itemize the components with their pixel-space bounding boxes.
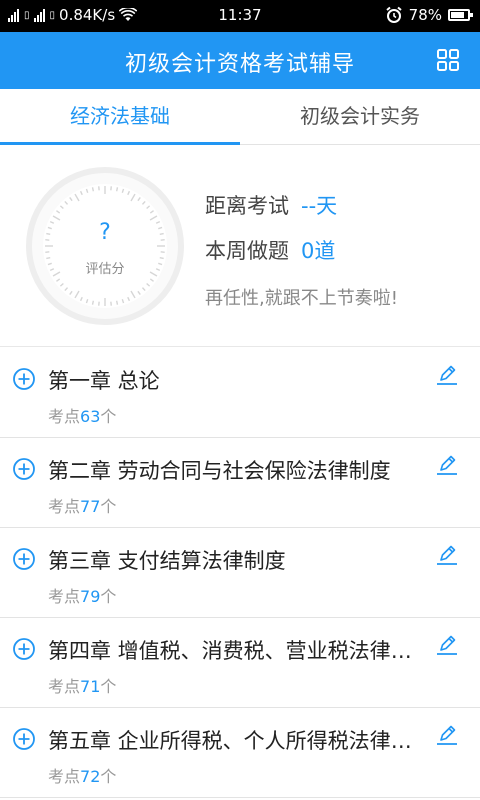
points-count: 63 <box>80 407 101 426</box>
chapter-points: 考点63个 <box>48 403 116 427</box>
status-bar: ▯ ▯ 0.84K/s 11:37 78% <box>0 0 480 32</box>
points-suffix: 个 <box>100 407 117 426</box>
chapter-points: 考点71个 <box>48 673 116 697</box>
battery-icon <box>448 9 473 21</box>
gauge-tick <box>115 187 119 192</box>
gauge-tick <box>91 187 95 192</box>
points-prefix: 考点 <box>48 407 81 426</box>
chapter-title: 第二章 劳动合同与社会保险法律制度 <box>48 459 391 483</box>
chapter-points: 考点79个 <box>48 583 116 607</box>
chapter-list: 第一章 总论 考点63个 第二章 劳动合同与社会保险法律制度 考点77个 第三章… <box>0 348 480 798</box>
points-count: 71 <box>80 677 101 696</box>
chapter-title: 第五章 企业所得税、个人所得税法律制度 <box>48 729 418 753</box>
page-title: 初级会计资格考试辅导 <box>124 52 355 77</box>
points-suffix: 个 <box>100 497 117 516</box>
points-count: 79 <box>80 587 101 606</box>
points-prefix: 考点 <box>48 497 81 516</box>
points-count: 77 <box>80 497 101 516</box>
chapter-points: 考点77个 <box>48 493 116 517</box>
points-prefix: 考点 <box>48 587 81 606</box>
points-suffix: 个 <box>100 677 117 696</box>
alarm-icon <box>386 6 402 23</box>
status-right: 78% <box>385 6 473 24</box>
weekly-questions: 本周做题 0道 <box>205 235 335 265</box>
stats-panel: ? 评估分 距离考试 --天 本周做题 0道 再任性,就跟不上节奏啦! <box>0 146 480 347</box>
battery-percent: 78% <box>408 6 442 24</box>
gauge-label: 评估分 <box>85 262 125 277</box>
list-item[interactable]: 第五章 企业所得税、个人所得税法律制度 考点72个 <box>0 708 480 798</box>
points-count: 72 <box>80 767 101 786</box>
exam-countdown: 距离考试 --天 <box>205 190 337 220</box>
points-suffix: 个 <box>100 587 117 606</box>
list-item[interactable]: 第四章 增值税、消费税、营业税法律制度 考点71个 <box>0 618 480 708</box>
tab-economic-law[interactable]: 经济法基础 <box>0 89 240 145</box>
chapter-points: 考点72个 <box>48 763 116 787</box>
gauge-tick <box>115 300 119 305</box>
points-prefix: 考点 <box>48 767 81 786</box>
app-header: 初级会计资格考试辅导 <box>0 32 480 89</box>
plus-circle-icon[interactable] <box>12 727 36 751</box>
chapter-title: 第三章 支付结算法律制度 <box>48 549 286 573</box>
plus-circle-icon[interactable] <box>12 547 36 571</box>
gauge-tick <box>91 300 95 305</box>
plus-circle-icon[interactable] <box>12 457 36 481</box>
list-item[interactable]: 第三章 支付结算法律制度 考点79个 <box>0 528 480 618</box>
pencil-icon[interactable] <box>434 722 460 748</box>
weekly-questions-value: 0道 <box>301 239 336 263</box>
tab-bar: 经济法基础 初级会计实务 <box>0 89 480 145</box>
chapter-title: 第一章 总论 <box>48 369 160 393</box>
points-suffix: 个 <box>100 767 117 786</box>
score-gauge <box>26 167 184 325</box>
pencil-icon[interactable] <box>434 542 460 568</box>
plus-circle-icon[interactable] <box>12 367 36 391</box>
pencil-icon[interactable] <box>434 452 460 478</box>
list-item[interactable]: 第一章 总论 考点63个 <box>0 348 480 438</box>
plus-circle-icon[interactable] <box>12 637 36 661</box>
list-item[interactable]: 第二章 劳动合同与社会保险法律制度 考点77个 <box>0 438 480 528</box>
tab-accounting-practice[interactable]: 初级会计实务 <box>240 89 480 144</box>
points-prefix: 考点 <box>48 677 81 696</box>
chapter-title: 第四章 增值税、消费税、营业税法律制度 <box>48 639 418 663</box>
grid-icon[interactable] <box>436 48 460 72</box>
gauge-value[interactable]: ? <box>25 220 185 245</box>
exam-countdown-label: 距离考试 <box>205 194 289 218</box>
weekly-questions-label: 本周做题 <box>205 239 289 263</box>
pencil-icon[interactable] <box>434 632 460 658</box>
pencil-icon[interactable] <box>434 362 460 388</box>
exam-countdown-value: --天 <box>301 194 338 218</box>
slogan-text: 再任性,就跟不上节奏啦! <box>205 288 398 309</box>
